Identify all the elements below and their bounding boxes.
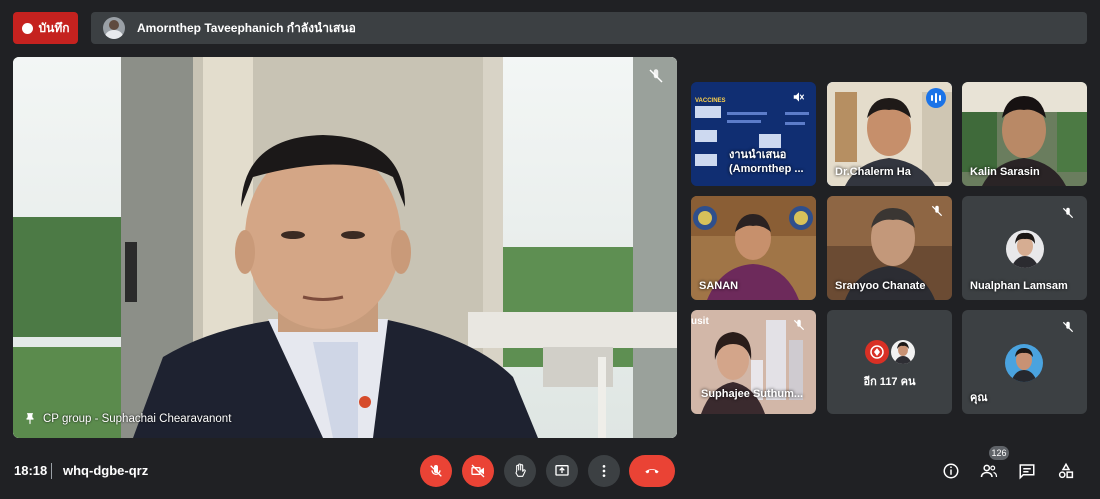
presenting-banner: Amornthep Taveephanich กำลังนำเสนอ (91, 12, 1087, 44)
mic-off-icon (430, 465, 442, 477)
camera-off-icon (471, 464, 485, 478)
more-vert-icon (602, 465, 606, 477)
activities-button[interactable] (1054, 459, 1078, 483)
tile-name: Kalin Sarasin (970, 166, 1040, 178)
main-speaker-label: CP group - Suphachai Chearavanont (43, 413, 232, 425)
main-speaker-name: CP group - Suphachai Chearavanont (23, 412, 231, 426)
more-participants-tile[interactable]: อีก 117 คน (827, 310, 952, 414)
bottom-bar: 18:18 whq-dgbe-qrz 126 (0, 445, 1100, 499)
tile-name: Nualphan Lamsam (970, 280, 1068, 292)
presenter-avatar (103, 17, 125, 39)
mic-off-icon (1062, 207, 1074, 219)
camera-toggle-button[interactable] (462, 455, 494, 487)
participant-tile[interactable]: SANAN (691, 196, 816, 300)
record-dot-icon (21, 22, 33, 34)
avatar (891, 340, 915, 364)
participant-tile[interactable]: Kalin Sarasin (962, 82, 1087, 186)
activities-icon (1058, 462, 1074, 479)
record-label: บันทึก (38, 20, 70, 35)
clock: 18:18 (14, 463, 48, 478)
main-speaker-video (13, 57, 677, 438)
people-icon (980, 464, 998, 478)
hang-up-icon (645, 469, 659, 474)
participant-tile[interactable]: Sranyoo Chanate (827, 196, 952, 300)
slide-heading: VACCINES (695, 98, 726, 104)
corner-logo-text: usit (691, 316, 709, 327)
top-bar: บันทึก Amornthep Taveephanich กำลังนำเสน… (0, 0, 1100, 52)
recording-indicator[interactable]: บันทึก (13, 12, 78, 44)
mic-off-icon (1062, 321, 1074, 333)
participant-tile[interactable]: Nualphan Lamsam (962, 196, 1087, 300)
mic-off-icon (793, 319, 805, 331)
avatar (1006, 230, 1044, 268)
tile-name: งานนำเสนอ (Amornthep ... (729, 149, 804, 175)
chat-icon (1019, 464, 1035, 480)
present-screen-icon (555, 465, 569, 476)
info-icon (943, 463, 959, 479)
mic-toggle-button[interactable] (420, 455, 452, 487)
presentation-tile[interactable]: VACCINES งานนำเสนอ (Amornthep ... (691, 82, 816, 186)
participant-tile[interactable]: Dr.Chalerm Ha (827, 82, 952, 186)
meeting-details-button[interactable] (939, 459, 963, 483)
more-options-button[interactable] (588, 455, 620, 487)
divider (51, 463, 52, 479)
mic-off-icon (649, 69, 663, 83)
leave-call-button[interactable] (629, 455, 675, 487)
hand-icon (515, 463, 526, 477)
tile-name: Sranyoo Chanate (835, 280, 926, 292)
avatar (865, 340, 889, 364)
speaking-indicator-icon (926, 88, 946, 108)
raise-hand-button[interactable] (504, 455, 536, 487)
self-tile[interactable]: คุณ (962, 310, 1087, 414)
tile-name: Suphajee Suthum... (701, 388, 804, 400)
chat-button[interactable] (1015, 459, 1039, 483)
tile-name: คุณ (970, 392, 988, 404)
meeting-code: whq-dgbe-qrz (63, 463, 149, 478)
pin-icon (26, 413, 34, 425)
tile-name: Dr.Chalerm Ha (835, 166, 911, 178)
tile-name: SANAN (699, 280, 739, 292)
avatar (1005, 344, 1043, 382)
present-button[interactable] (546, 455, 578, 487)
more-participants-label: อีก 117 คน (863, 376, 916, 388)
main-speaker-tile[interactable]: CP group - Suphachai Chearavanont (13, 57, 677, 438)
volume-off-icon (793, 92, 805, 102)
participant-tile[interactable]: usit Suphajee Suthum... (691, 310, 816, 414)
people-button[interactable] (977, 459, 1001, 483)
mic-off-icon (931, 205, 943, 217)
participant-count-badge: 126 (989, 446, 1009, 460)
presenting-text: Amornthep Taveephanich กำลังนำเสนอ (137, 20, 356, 35)
